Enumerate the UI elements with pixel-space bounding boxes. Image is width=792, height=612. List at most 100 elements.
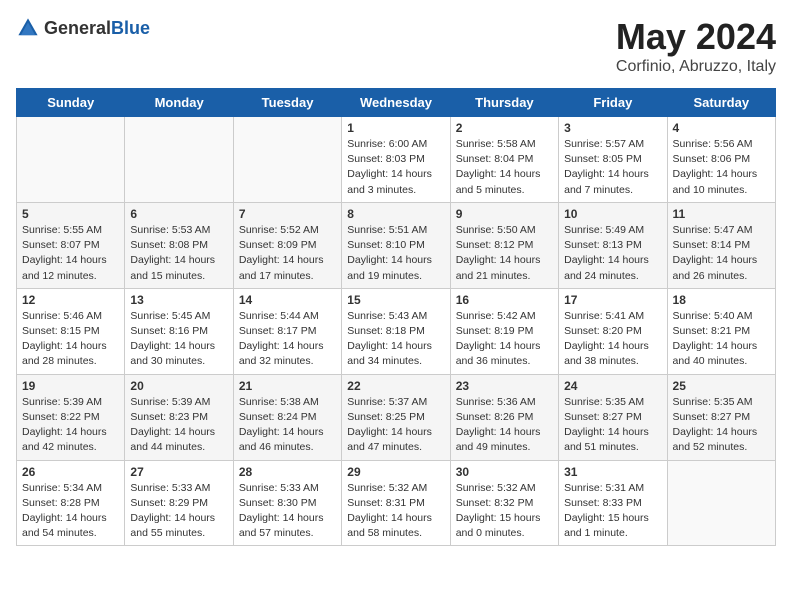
cell-line: Sunset: 8:09 PM <box>239 239 317 251</box>
cell-line: and 30 minutes. <box>130 355 205 367</box>
cell-line: Sunset: 8:28 PM <box>22 497 100 509</box>
cell-line: Daylight: 14 hours <box>673 426 758 438</box>
calendar-cell: 6Sunrise: 5:53 AMSunset: 8:08 PMDaylight… <box>125 202 233 288</box>
cell-line: Sunset: 8:27 PM <box>673 411 751 423</box>
cell-line: Sunset: 8:33 PM <box>564 497 642 509</box>
day-number: 22 <box>347 379 444 393</box>
cell-line: Daylight: 14 hours <box>564 254 649 266</box>
calendar-cell: 3Sunrise: 5:57 AMSunset: 8:05 PMDaylight… <box>559 117 667 203</box>
calendar-cell: 2Sunrise: 5:58 AMSunset: 8:04 PMDaylight… <box>450 117 558 203</box>
day-number: 25 <box>673 379 770 393</box>
cell-line: and 42 minutes. <box>22 441 97 453</box>
cell-line: Sunrise: 5:45 AM <box>130 310 210 322</box>
cell-line: Daylight: 14 hours <box>22 426 107 438</box>
weekday-header-saturday: Saturday <box>667 89 775 117</box>
calendar-cell: 31Sunrise: 5:31 AMSunset: 8:33 PMDayligh… <box>559 460 667 546</box>
cell-content: Sunrise: 5:49 AMSunset: 8:13 PMDaylight:… <box>564 223 661 284</box>
cell-line: and 24 minutes. <box>564 270 639 282</box>
cell-line: Daylight: 14 hours <box>130 340 215 352</box>
day-number: 31 <box>564 465 661 479</box>
cell-line: and 32 minutes. <box>239 355 314 367</box>
cell-line: and 15 minutes. <box>130 270 205 282</box>
calendar-week-row: 26Sunrise: 5:34 AMSunset: 8:28 PMDayligh… <box>17 460 776 546</box>
cell-line: and 3 minutes. <box>347 184 416 196</box>
calendar-cell: 19Sunrise: 5:39 AMSunset: 8:22 PMDayligh… <box>17 374 125 460</box>
day-number: 5 <box>22 207 119 221</box>
day-number: 23 <box>456 379 553 393</box>
location-title: Corfinio, Abruzzo, Italy <box>616 58 776 76</box>
cell-line: and 28 minutes. <box>22 355 97 367</box>
cell-line: Sunrise: 5:33 AM <box>239 482 319 494</box>
cell-content: Sunrise: 5:32 AMSunset: 8:31 PMDaylight:… <box>347 481 444 542</box>
day-number: 18 <box>673 293 770 307</box>
cell-line: Sunrise: 5:35 AM <box>673 396 753 408</box>
cell-line: Sunset: 8:03 PM <box>347 153 425 165</box>
day-number: 7 <box>239 207 336 221</box>
cell-line: and 21 minutes. <box>456 270 531 282</box>
cell-content: Sunrise: 5:58 AMSunset: 8:04 PMDaylight:… <box>456 137 553 198</box>
day-number: 26 <box>22 465 119 479</box>
calendar-cell: 21 Sunrise: 5:38 AMSunset: 8:24 PMDayligh… <box>233 374 341 460</box>
day-number: 11 <box>673 207 770 221</box>
logo-general: GeneralBlue <box>44 18 150 39</box>
calendar-cell: 9Sunrise: 5:50 AMSunset: 8:12 PMDaylight… <box>450 202 558 288</box>
cell-line: Sunrise: 5:34 AM <box>22 482 102 494</box>
cell-line: and 44 minutes. <box>130 441 205 453</box>
cell-line: Sunrise: 5:38 AM <box>239 396 319 408</box>
cell-content: Sunrise: 5:52 AMSunset: 8:09 PMDaylight:… <box>239 223 336 284</box>
day-number: 16 <box>456 293 553 307</box>
day-number: 28 <box>239 465 336 479</box>
cell-content: Sunrise: 5:56 AMSunset: 8:06 PMDaylight:… <box>673 137 770 198</box>
day-number: 20 <box>130 379 227 393</box>
cell-content: Sunrise: 6:00 AMSunset: 8:03 PMDaylight:… <box>347 137 444 198</box>
calendar-table: SundayMondayTuesdayWednesdayThursdayFrid… <box>16 88 776 546</box>
calendar-cell: 14Sunrise: 5:44 AMSunset: 8:17 PMDayligh… <box>233 288 341 374</box>
cell-line: Daylight: 14 hours <box>347 340 432 352</box>
cell-line: Sunrise: 5:50 AM <box>456 224 536 236</box>
cell-content: Sunrise: 5:33 AMSunset: 8:29 PMDaylight:… <box>130 481 227 542</box>
day-number: 12 <box>22 293 119 307</box>
cell-line: Sunrise: 5:44 AM <box>239 310 319 322</box>
cell-line: Daylight: 14 hours <box>130 426 215 438</box>
cell-content: Sunrise: 5:47 AMSunset: 8:14 PMDaylight:… <box>673 223 770 284</box>
calendar-cell: 18Sunrise: 5:40 AMSunset: 8:21 PMDayligh… <box>667 288 775 374</box>
cell-line: Sunset: 8:08 PM <box>130 239 208 251</box>
cell-content: Sunrise: 5:53 AMSunset: 8:08 PMDaylight:… <box>130 223 227 284</box>
day-number: 4 <box>673 121 770 135</box>
calendar-cell: 29Sunrise: 5:32 AMSunset: 8:31 PMDayligh… <box>342 460 450 546</box>
cell-line: Sunrise: 5:33 AM <box>130 482 210 494</box>
cell-line: Sunrise: 5:49 AM <box>564 224 644 236</box>
day-number: 24 <box>564 379 661 393</box>
weekday-header-thursday: Thursday <box>450 89 558 117</box>
cell-line: Sunrise: 5:46 AM <box>22 310 102 322</box>
cell-line: Daylight: 14 hours <box>456 426 541 438</box>
cell-line: Sunset: 8:23 PM <box>130 411 208 423</box>
cell-line: Sunrise: 5:56 AM <box>673 138 753 150</box>
calendar-cell <box>17 117 125 203</box>
cell-line: Sunrise: 5:42 AM <box>456 310 536 322</box>
calendar-cell: 8Sunrise: 5:51 AMSunset: 8:10 PMDaylight… <box>342 202 450 288</box>
cell-line: Daylight: 14 hours <box>347 254 432 266</box>
logo-icon <box>16 16 40 40</box>
cell-line: and 58 minutes. <box>347 527 422 539</box>
cell-line: and 52 minutes. <box>673 441 748 453</box>
cell-line: and 17 minutes. <box>239 270 314 282</box>
calendar-cell: 7 Sunrise: 5:52 AMSunset: 8:09 PMDaylight… <box>233 202 341 288</box>
cell-content: Sunrise: 5:50 AMSunset: 8:12 PMDaylight:… <box>456 223 553 284</box>
cell-line: Sunset: 8:17 PM <box>239 325 317 337</box>
cell-line: and 49 minutes. <box>456 441 531 453</box>
cell-line: Daylight: 14 hours <box>347 426 432 438</box>
cell-line: Sunrise: 5:43 AM <box>347 310 427 322</box>
weekday-header-row: SundayMondayTuesdayWednesdayThursdayFrid… <box>17 89 776 117</box>
cell-line: Sunset: 8:10 PM <box>347 239 425 251</box>
calendar-cell: 15Sunrise: 5:43 AMSunset: 8:18 PMDayligh… <box>342 288 450 374</box>
day-number: 1 <box>347 121 444 135</box>
cell-line: Sunrise: 5:35 AM <box>564 396 644 408</box>
cell-line: and 5 minutes. <box>456 184 525 196</box>
day-number: 21 <box>239 379 336 393</box>
cell-line: Sunrise: 5:57 AM <box>564 138 644 150</box>
cell-line: Sunrise: 5:41 AM <box>564 310 644 322</box>
cell-content: Sunrise: 5:38 AMSunset: 8:24 PMDaylight:… <box>239 395 336 456</box>
cell-line: and 57 minutes. <box>239 527 314 539</box>
cell-line: Daylight: 14 hours <box>347 168 432 180</box>
